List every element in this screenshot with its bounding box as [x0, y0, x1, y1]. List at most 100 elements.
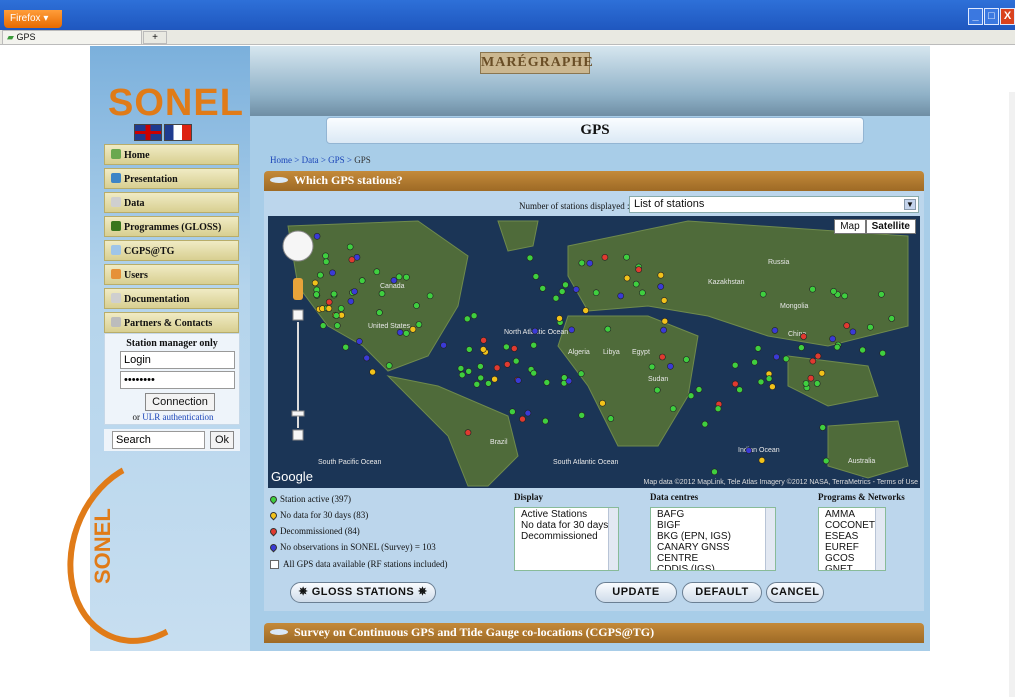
station-marker[interactable]: [800, 333, 807, 340]
data-centres-listbox[interactable]: BAFG BIGF BKG (EPN, IGS) CANARY GNSS CENTRE…: [650, 507, 776, 571]
station-marker[interactable]: [311, 279, 319, 287]
station-marker[interactable]: [859, 346, 866, 354]
station-marker[interactable]: [480, 346, 487, 353]
station-marker[interactable]: [346, 243, 354, 251]
pan-control-icon[interactable]: [282, 230, 314, 262]
station-marker[interactable]: [480, 337, 487, 344]
station-marker[interactable]: [798, 344, 805, 351]
all-gps-checkbox[interactable]: [270, 559, 279, 569]
station-marker[interactable]: [572, 286, 580, 293]
station-marker[interactable]: [342, 343, 349, 351]
station-marker[interactable]: [773, 353, 780, 361]
list-option[interactable]: BAFG: [657, 509, 769, 520]
station-marker[interactable]: [385, 362, 393, 369]
station-marker[interactable]: [351, 288, 358, 295]
station-marker[interactable]: [833, 343, 841, 351]
nav-item-documentation[interactable]: Documentation: [104, 288, 239, 309]
station-marker[interactable]: [509, 408, 516, 415]
zoom-in-icon[interactable]: [292, 309, 304, 321]
station-marker[interactable]: [814, 352, 822, 360]
station-marker[interactable]: [578, 259, 586, 267]
station-marker[interactable]: [669, 405, 677, 412]
station-marker[interactable]: [657, 283, 665, 290]
station-marker[interactable]: [754, 345, 762, 352]
station-marker[interactable]: [830, 288, 837, 295]
station-marker[interactable]: [532, 273, 540, 280]
pegman-icon[interactable]: [293, 278, 303, 300]
station-marker[interactable]: [731, 361, 739, 369]
station-marker[interactable]: [515, 377, 522, 384]
station-marker[interactable]: [687, 392, 695, 399]
list-option[interactable]: CDDIS (IGS): [657, 564, 769, 570]
firefox-menu-button[interactable]: Firefox ▾: [4, 10, 62, 28]
station-marker[interactable]: [466, 346, 473, 353]
station-marker[interactable]: [802, 380, 810, 387]
list-option[interactable]: GNET: [825, 564, 879, 570]
list-option[interactable]: BKG (EPN, IGS): [657, 531, 769, 542]
nav-item-programmes-gloss[interactable]: Programmes (GLOSS): [104, 216, 239, 237]
ulr-authentication-link[interactable]: ULR authentication: [142, 412, 213, 422]
station-marker[interactable]: [578, 412, 586, 419]
station-marker[interactable]: [758, 457, 766, 464]
nav-item-cgps-tg[interactable]: CGPS@TG: [104, 240, 239, 261]
station-marker[interactable]: [325, 298, 333, 306]
station-marker[interactable]: [503, 343, 510, 351]
station-marker[interactable]: [731, 380, 739, 388]
station-marker[interactable]: [415, 321, 423, 328]
all-gps-option[interactable]: All GPS data available (RF stations incl…: [270, 559, 510, 569]
station-marker[interactable]: [809, 285, 816, 293]
station-marker[interactable]: [667, 363, 674, 370]
station-marker[interactable]: [867, 323, 874, 331]
station-marker[interactable]: [458, 371, 466, 379]
station-marker[interactable]: [659, 353, 666, 361]
display-scrollbar[interactable]: [608, 508, 618, 570]
station-marker[interactable]: [623, 274, 631, 282]
search-ok-button[interactable]: Ok: [210, 431, 234, 449]
list-option[interactable]: Active Stations: [521, 509, 612, 520]
station-marker[interactable]: [491, 375, 498, 383]
station-marker[interactable]: [556, 315, 563, 322]
station-marker[interactable]: [477, 374, 484, 382]
station-marker[interactable]: [319, 322, 327, 329]
station-marker[interactable]: [751, 358, 758, 366]
search-input[interactable]: [112, 431, 205, 449]
station-marker[interactable]: [348, 256, 356, 264]
sonel-logo[interactable]: SONEL: [108, 82, 244, 125]
station-marker[interactable]: [512, 357, 520, 365]
station-marker[interactable]: [390, 277, 398, 284]
station-marker[interactable]: [511, 345, 518, 352]
zoom-slider-handle[interactable]: [291, 410, 305, 417]
breadcrumb-data[interactable]: Data: [302, 155, 319, 165]
minimize-button[interactable]: _: [968, 8, 983, 25]
uk-flag-icon[interactable]: [134, 124, 162, 141]
station-marker[interactable]: [632, 280, 640, 288]
station-marker[interactable]: [822, 457, 830, 465]
station-marker[interactable]: [714, 405, 722, 412]
station-marker[interactable]: [582, 307, 590, 314]
station-marker[interactable]: [617, 292, 625, 300]
station-marker[interactable]: [409, 326, 417, 333]
station-marker[interactable]: [542, 417, 549, 425]
station-marker[interactable]: [358, 277, 366, 284]
station-marker[interactable]: [745, 447, 753, 454]
station-marker[interactable]: [841, 292, 849, 300]
nav-item-data[interactable]: Data: [104, 192, 239, 213]
station-marker[interactable]: [330, 290, 338, 298]
station-marker[interactable]: [376, 309, 383, 316]
station-marker[interactable]: [313, 232, 321, 240]
station-marker[interactable]: [813, 380, 821, 387]
station-marker[interactable]: [524, 409, 532, 417]
list-option[interactable]: GCOS: [825, 553, 879, 564]
station-marker[interactable]: [623, 253, 630, 261]
station-marker[interactable]: [363, 354, 370, 362]
station-marker[interactable]: [562, 281, 569, 289]
station-marker[interactable]: [653, 386, 661, 394]
station-marker[interactable]: [317, 271, 324, 279]
station-marker[interactable]: [843, 322, 851, 329]
station-marker[interactable]: [592, 289, 600, 296]
station-marker[interactable]: [473, 381, 481, 388]
station-marker[interactable]: [819, 424, 827, 431]
station-marker[interactable]: [322, 258, 330, 266]
breadcrumb-home[interactable]: Home: [270, 155, 292, 165]
station-marker[interactable]: [736, 386, 743, 393]
